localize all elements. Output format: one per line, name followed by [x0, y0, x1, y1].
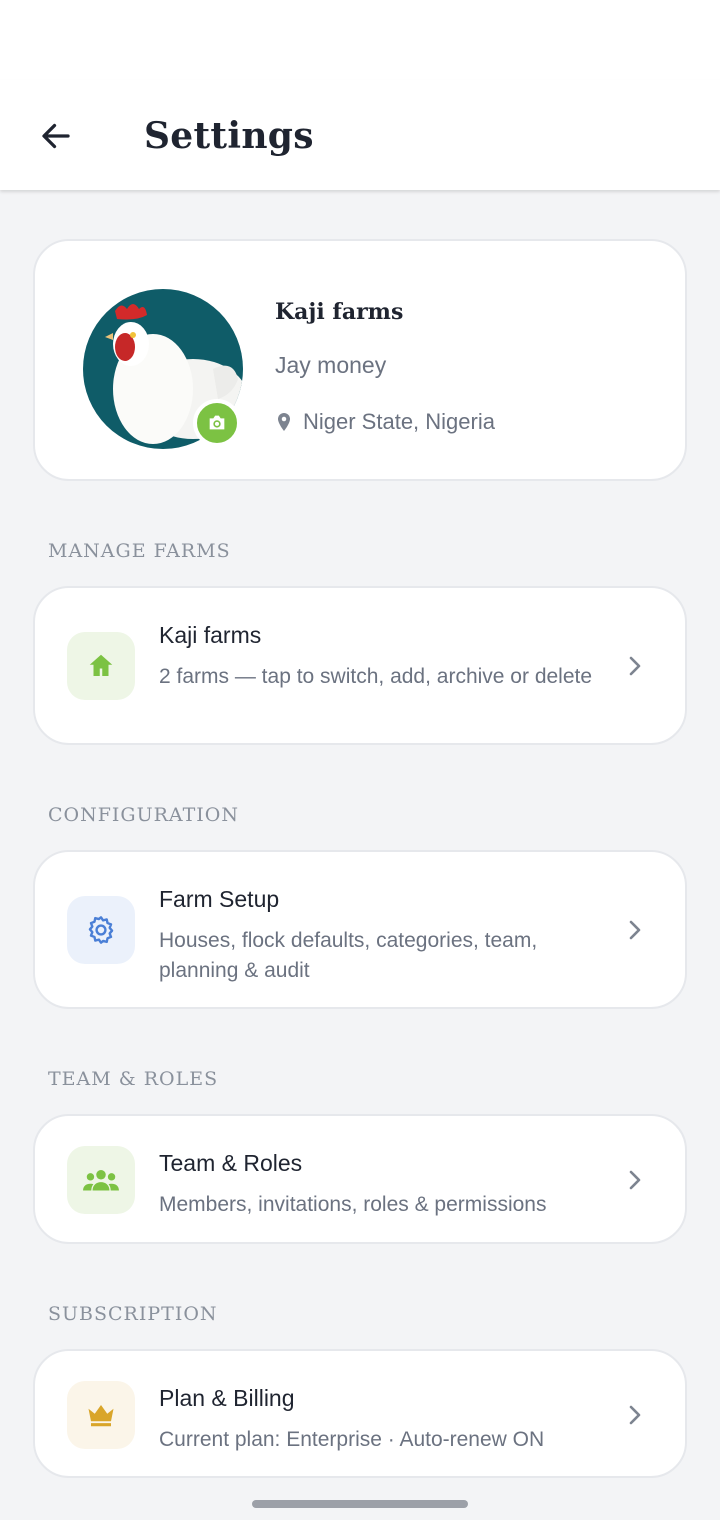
chevron-right-icon — [623, 1403, 647, 1427]
section-label-team-roles: TEAM & ROLES — [48, 1068, 219, 1090]
page-title: Settings — [144, 115, 314, 157]
profile-farm-name: Kaji farms — [275, 299, 404, 325]
home-indicator[interactable] — [252, 1500, 468, 1508]
profile-card: Kaji farms Jay money Niger State, Nigeri… — [33, 239, 687, 481]
manage-farms-subtitle: 2 farms — tap to switch, add, archive or… — [159, 665, 593, 688]
section-label-subscription: SUBSCRIPTION — [48, 1303, 218, 1325]
location-text: Niger State, Nigeria — [303, 409, 495, 434]
chevron-right-icon — [623, 918, 647, 942]
team-roles-row[interactable]: Team & Roles Members, invitations, roles… — [33, 1114, 687, 1244]
section-label-configuration: CONFIGURATION — [48, 804, 239, 826]
team-roles-title: Team & Roles — [159, 1150, 303, 1176]
chevron-right-icon — [623, 654, 647, 678]
farm-setup-subtitle: Houses, flock defaults, categories, team… — [159, 929, 538, 982]
home-icon-badge — [67, 632, 135, 700]
chevron-right-icon — [623, 1168, 647, 1192]
arrow-left-icon — [42, 123, 70, 149]
status-bar — [0, 0, 720, 80]
change-photo-button[interactable] — [193, 399, 241, 447]
team-roles-subtitle: Members, invitations, roles & permission… — [159, 1193, 547, 1216]
home-icon — [89, 654, 113, 676]
location-pin-icon — [278, 413, 290, 431]
gear-icon — [88, 916, 114, 944]
app-bar: Settings — [0, 80, 720, 190]
manage-farms-row[interactable]: Kaji farms 2 farms — tap to switch, add,… — [33, 586, 687, 745]
people-icon — [83, 1169, 119, 1191]
section-label-manage-farms: MANAGE FARMS — [48, 540, 231, 562]
crown-icon-badge — [67, 1381, 135, 1449]
plan-billing-subtitle: Current plan: Enterprise · Auto-renew ON — [159, 1428, 545, 1451]
crown-icon — [88, 1405, 114, 1427]
gear-icon-badge — [67, 896, 135, 964]
back-button[interactable] — [30, 110, 82, 162]
camera-icon — [209, 415, 225, 430]
plan-billing-title: Plan & Billing — [159, 1385, 295, 1411]
farm-setup-title: Farm Setup — [159, 886, 280, 912]
farm-setup-row[interactable]: Farm Setup Houses, flock defaults, categ… — [33, 850, 687, 1009]
plan-billing-row[interactable]: Plan & Billing Current plan: Enterprise … — [33, 1349, 687, 1478]
profile-owner-name: Jay money — [275, 352, 387, 378]
people-icon-badge — [67, 1146, 135, 1214]
profile-location: Niger State, Nigeria — [275, 409, 495, 435]
manage-farms-title: Kaji farms — [159, 622, 262, 648]
